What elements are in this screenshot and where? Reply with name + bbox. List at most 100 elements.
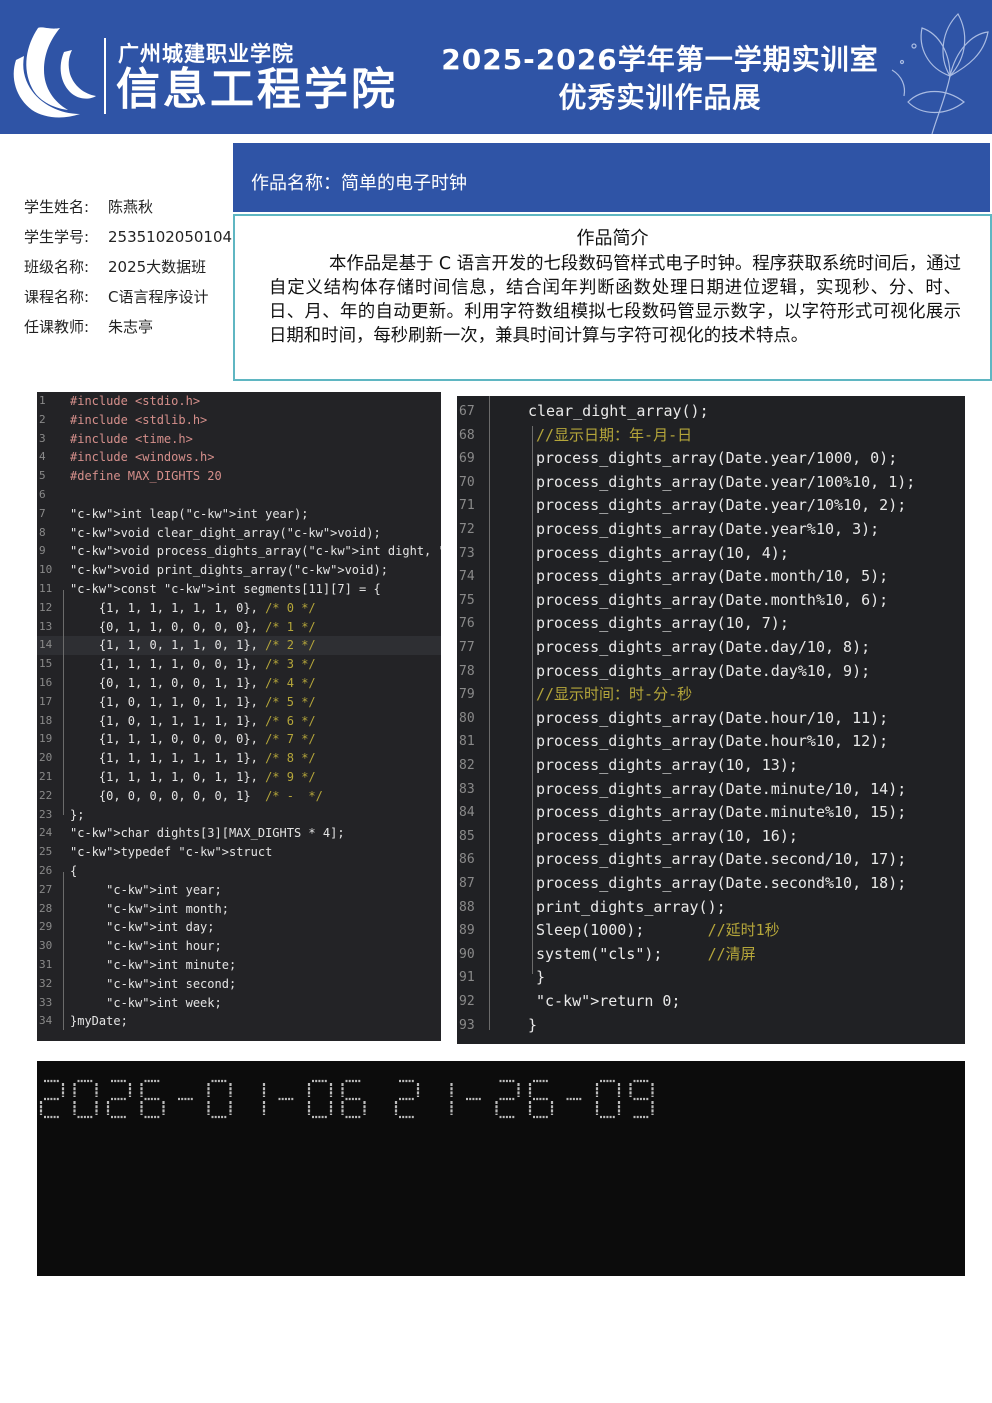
code-line: 90 system("cls"); //清屏 (457, 943, 965, 967)
code-line: 75 process_dights_array(Date.month%10, 6)… (457, 589, 965, 613)
student-id-row: 学生学号: 2535102050104 (24, 225, 232, 255)
code-text: "c-kw">int leap("c-kw">int year); (70, 506, 309, 521)
code-line: 93} (457, 1014, 965, 1038)
student-name-row: 学生姓名: 陈燕秋 (24, 195, 232, 225)
code-line: 6 (37, 486, 441, 505)
line-number: 77 (459, 640, 475, 655)
code-line: 30 "c-kw">int hour; (37, 937, 441, 956)
line-number: 88 (459, 899, 475, 915)
line-number: 90 (459, 946, 475, 962)
code-text: {0, 1, 1, 0, 0, 0, 0}, /* 1 */ (70, 619, 316, 634)
code-text: process_dights_array(Date.year/100%10, 1… (536, 472, 916, 491)
clock-digit (629, 1079, 654, 1119)
code-line: 78 process_dights_array(Date.day%10, 9); (457, 660, 965, 684)
clock-digit (39, 1079, 65, 1119)
code-text: clear_dight_array(); (528, 402, 709, 420)
line-number: 13 (39, 619, 53, 633)
code-line: 27 "c-kw">int year; (37, 881, 441, 900)
info-label: 学生姓名: (24, 198, 90, 216)
line-number: 18 (39, 713, 53, 727)
line-number: 86 (459, 852, 475, 868)
code-text: {1, 1, 0, 1, 1, 0, 1}, /* 2 */ (70, 638, 316, 653)
college-name: 信息工程学院 (116, 64, 398, 115)
code-text: {0, 0, 0, 0, 0, 0, 1} /* - */ (70, 788, 323, 803)
code-text: process_dights_array(Date.hour/10, 11); (536, 708, 889, 727)
info-value: 2535102050104 (108, 228, 233, 246)
class-row: 班级名称: 2025大数据班 (24, 255, 232, 285)
code-line: 9 "c-kw">void process_dights_array("c-kw"… (37, 542, 441, 561)
line-number: 4 (39, 450, 46, 464)
college-logo-icon (13, 27, 96, 118)
code-text: process_dights_array(Date.minute/10, 14)… (536, 779, 907, 798)
code-text: process_dights_array(Date.year/10%10, 2)… (536, 496, 907, 515)
code-screenshot-left: 1 #include <stdio.h> 2 #include <stdlib.h> 3… (37, 392, 441, 1041)
line-number: 69 (459, 451, 475, 467)
code-line: 19 {1, 1, 1, 0, 0, 0, 0}, /* 7 */ (37, 730, 441, 749)
code-screenshot-right: 67 clear_dight_array(); 68 //显示日期：年-月-日 69 pr… (457, 396, 965, 1044)
line-number: 12 (39, 600, 53, 614)
code-text: process_dights_array(Date.year%10, 3); (536, 520, 880, 538)
code-text: //显示时间：时-分-秒 (536, 685, 693, 704)
line-number: 11 (39, 582, 53, 595)
info-label: 任课教师: (24, 318, 90, 336)
code-text: process_dights_array(10, 13); (536, 756, 798, 774)
code-line: 92 "c-kw">return 0; (457, 990, 965, 1014)
code-text: {1, 1, 1, 1, 1, 1, 0}, /* 0 */ (70, 600, 316, 615)
code-text: process_dights_array(10, 16); (536, 826, 798, 845)
line-number: 15 (39, 657, 53, 671)
code-line: 80 process_dights_array(Date.hour/10, 11)… (457, 707, 965, 731)
console-output (37, 1061, 965, 1276)
code-line: 1 #include <stdio.h> (37, 392, 441, 411)
code-text: #include <stdlib.h> (70, 412, 208, 427)
line-number: 92 (459, 994, 475, 1009)
code-text: process_dights_array(Date.second/10, 17)… (536, 850, 907, 869)
line-number: 25 (39, 845, 53, 859)
code-text: #include <stdio.h> (70, 394, 201, 408)
code-line: 25 "c-kw">typedef "c-kw">struct (37, 843, 441, 862)
code-text: process_dights_array(Date.second%10, 18)… (536, 874, 907, 892)
line-number: 23 (39, 807, 53, 821)
line-number: 2 (39, 412, 46, 426)
code-line: 67 clear_dight_array(); (457, 400, 965, 424)
code-text: #include <windows.h> (70, 450, 215, 465)
code-line: 3 #include <time.h> (37, 430, 441, 449)
event-title: 2025-2026学年第一学期实训室 (441, 43, 879, 76)
code-line: 89 Sleep(1000); //延时1秒 (457, 919, 965, 943)
code-line: 72 process_dights_array(Date.year%10, 3); (457, 518, 965, 542)
line-number: 14 (39, 638, 53, 652)
code-line: 70 process_dights_array(Date.year/100%10,… (457, 471, 965, 495)
line-number: 19 (39, 732, 53, 746)
code-text: "c-kw">int week; (106, 995, 222, 1010)
code-line: 33 "c-kw">int week; (37, 994, 441, 1013)
code-line: 71 process_dights_array(Date.year/10%10, … (457, 494, 965, 518)
code-text: {1, 1, 1, 1, 0, 1, 1}, /* 9 */ (70, 770, 316, 784)
code-line: 24 "c-kw">char dights[3][MAX_DIGHTS * 4]; (37, 824, 441, 843)
line-number: 10 (39, 563, 53, 577)
code-text: "c-kw">int minute; (106, 958, 237, 972)
code-text: {1, 1, 1, 0, 0, 0, 0}, /* 7 */ (70, 732, 316, 747)
code-text: "c-kw">void print_dights_array("c-kw">vo… (70, 563, 388, 578)
indent-guide (489, 396, 490, 1030)
code-text: #define MAX_DIGHTS 20 (70, 469, 222, 484)
code-text: process_dights_array(Date.month%10, 6); (536, 590, 889, 609)
code-text: Sleep(1000); //延时1秒 (536, 921, 780, 940)
code-line: 73 process_dights_array(10, 4); (457, 542, 965, 566)
info-label: 课程名称: (24, 288, 90, 306)
code-text: } (536, 968, 546, 987)
code-line: 18 {1, 0, 1, 1, 1, 1, 1}, /* 6 */ (37, 712, 441, 731)
line-number: 22 (39, 788, 53, 802)
code-line: 22 {0, 0, 0, 0, 0, 0, 1} /* - */ (37, 787, 441, 806)
code-text: "c-kw">const "c-kw">int segments[11][7] … (70, 582, 381, 596)
code-text: "c-kw">int hour; (106, 939, 222, 954)
code-line: 87 process_dights_array(Date.second%10, 1… (457, 872, 965, 896)
code-text: {1, 1, 1, 1, 0, 0, 1}, /* 3 */ (70, 657, 316, 672)
code-line: 20 {1, 1, 1, 1, 1, 1, 1}, /* 8 */ (37, 749, 441, 768)
line-number: 16 (39, 676, 53, 689)
code-line: 74 process_dights_array(Date.month/10, 5)… (457, 565, 965, 589)
line-number: 33 (39, 995, 53, 1009)
clock-digit (207, 1079, 232, 1119)
teacher-row: 任课教师: 朱志亭 (24, 315, 232, 345)
code-text: "c-kw">typedef "c-kw">struct (70, 845, 273, 860)
code-line: 23}; (37, 806, 441, 825)
line-number: 71 (459, 498, 475, 514)
